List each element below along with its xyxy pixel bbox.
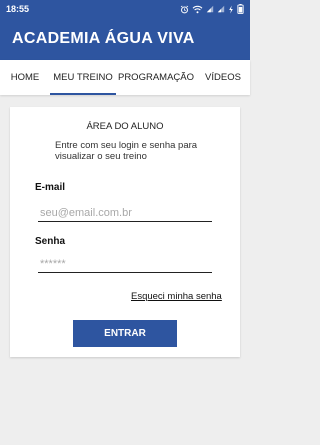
password-label: Senha <box>35 236 66 247</box>
tab-programacao[interactable]: PROGRAMAÇÃO <box>116 60 196 95</box>
tab-meu-treino[interactable]: MEU TREINO <box>50 60 116 95</box>
login-title: ÁREA DO ALUNO <box>86 121 164 132</box>
tab-videos[interactable]: VÍDEOS <box>196 60 250 95</box>
status-bar: 18:55 <box>0 0 250 18</box>
charging-icon <box>228 4 234 14</box>
wifi-icon <box>192 5 203 14</box>
email-label: E-mail <box>35 182 66 193</box>
signal-icon <box>206 5 214 13</box>
app-title: ACADEMIA ÁGUA VIVA <box>12 30 195 47</box>
app-bar: ACADEMIA ÁGUA VIVA <box>0 18 250 60</box>
password-field[interactable] <box>38 255 212 273</box>
status-time: 18:55 <box>6 4 30 14</box>
forgot-password-link[interactable]: Esqueci minha senha <box>131 291 222 302</box>
tab-home[interactable]: HOME <box>0 60 50 95</box>
login-button[interactable]: ENTRAR <box>73 320 177 347</box>
email-field[interactable] <box>38 204 212 222</box>
login-subtitle: Entre com seu login e senha para visuali… <box>55 140 198 162</box>
battery-icon <box>237 4 244 14</box>
signal-icon <box>217 5 225 13</box>
alarm-icon <box>180 5 189 14</box>
login-card: ÁREA DO ALUNO Entre com seu login e senh… <box>10 107 240 357</box>
status-icons <box>180 4 244 14</box>
tab-bar: HOME MEU TREINO PROGRAMAÇÃO VÍDEOS <box>0 60 250 95</box>
